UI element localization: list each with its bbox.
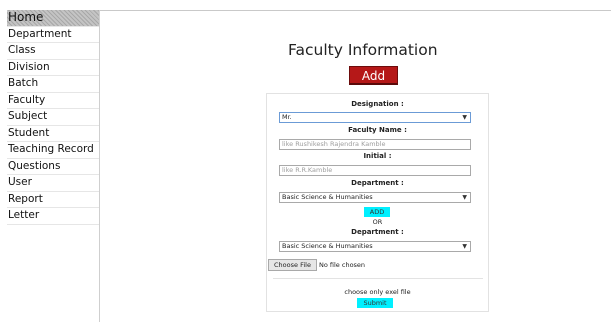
chevron-down-icon: ▼ [462, 243, 467, 250]
department-label: Department : [351, 179, 404, 187]
faculty-name-placeholder: like Rushikesh Rajendra Kamble [282, 140, 386, 148]
sidebar-item-subject[interactable]: Subject [7, 109, 99, 126]
sidebar-item-division[interactable]: Division [7, 60, 99, 76]
chevron-down-icon: ▼ [462, 194, 467, 201]
sidebar-item-report[interactable]: Report [7, 192, 99, 208]
submit-button[interactable]: Submit [357, 298, 393, 308]
initial-input[interactable]: like R.R.Kamble [279, 165, 471, 176]
department-select[interactable]: Basic Science & Humanities ▼ [279, 192, 471, 203]
faculty-form: Designation : Mr. ▼ Faculty Name : like … [266, 93, 489, 312]
sidebar-item-questions[interactable]: Questions [7, 159, 99, 175]
department-value: Basic Science & Humanities [282, 193, 373, 201]
page-title: Faculty Information [288, 41, 438, 59]
designation-value: Mr. [282, 113, 292, 121]
file-hint: choose only exel file [344, 288, 411, 296]
sidebar-item-student[interactable]: Student [7, 126, 99, 142]
department-value-2: Basic Science & Humanities [282, 242, 373, 250]
faculty-name-input[interactable]: like Rushikesh Rajendra Kamble [279, 139, 471, 150]
sidebar-item-teaching-record[interactable]: Teaching Record [7, 142, 99, 159]
sidebar-item-batch[interactable]: Batch [7, 76, 99, 93]
initial-placeholder: like R.R.Kamble [282, 166, 333, 174]
initial-label: Initial : [363, 152, 392, 160]
faculty-name-label: Faculty Name : [348, 126, 407, 134]
choose-file-button[interactable]: Choose File [268, 259, 317, 271]
sidebar-item-faculty[interactable]: Faculty [7, 93, 99, 109]
add-department-button[interactable]: ADD [364, 207, 390, 217]
chevron-down-icon: ▼ [462, 114, 467, 121]
sidebar-nav: Home Department Class Division Batch Fac… [7, 10, 100, 322]
designation-select[interactable]: Mr. ▼ [279, 112, 471, 123]
sidebar-item-user[interactable]: User [7, 175, 99, 192]
file-status: No file chosen [319, 261, 366, 269]
sidebar-item-class[interactable]: Class [7, 43, 99, 60]
sidebar-item-department[interactable]: Department [7, 27, 99, 43]
add-faculty-button[interactable]: Add [349, 66, 398, 85]
designation-label: Designation : [351, 100, 404, 108]
sidebar-item-home[interactable]: Home [7, 10, 99, 27]
or-separator: OR [372, 218, 383, 226]
department-select-2[interactable]: Basic Science & Humanities ▼ [279, 241, 471, 252]
department-label-2: Department : [351, 228, 404, 236]
header-divider [100, 10, 611, 11]
sidebar-item-letter[interactable]: Letter [7, 208, 99, 225]
form-divider [273, 278, 483, 279]
